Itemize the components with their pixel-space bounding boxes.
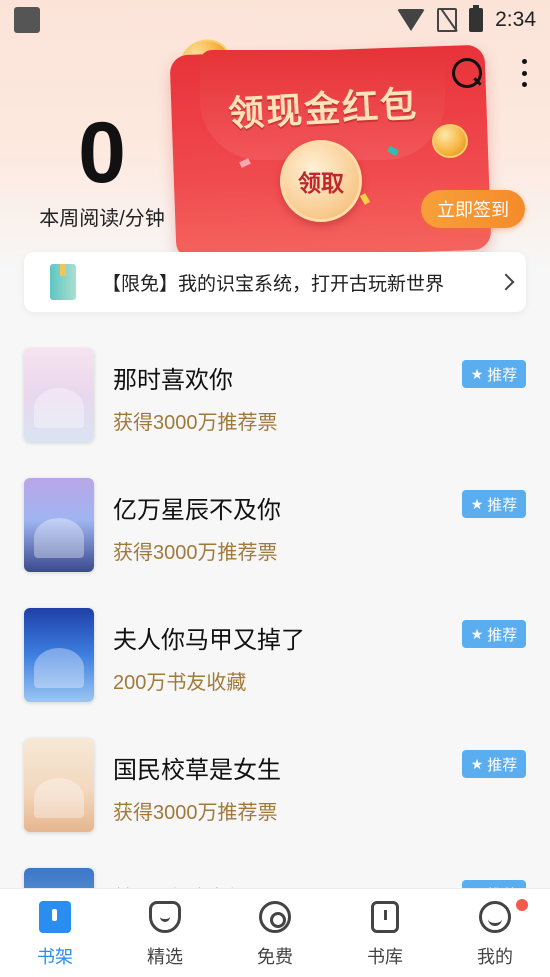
tab-label: 免费 xyxy=(257,947,293,967)
book-list: 那时喜欢你 获得3000万推荐票 ★ 推荐 亿万星辰不及你 获得3000万推荐票 … xyxy=(0,340,550,977)
more-options-icon[interactable] xyxy=(522,59,528,87)
list-item[interactable]: 夫人你马甲又掉了 200万书友收藏 ★ 推荐 xyxy=(0,600,550,730)
tab-profile[interactable]: 我的 xyxy=(440,889,550,977)
wifi-icon xyxy=(397,9,426,31)
book-meta: 获得3000万推荐票 xyxy=(113,542,278,564)
reading-minutes-value: 0 xyxy=(78,105,126,201)
book-title: 那时喜欢你 xyxy=(113,367,233,394)
bookshelf-icon xyxy=(39,901,71,933)
sign-in-button[interactable]: 立即签到 xyxy=(421,190,525,228)
tab-library[interactable]: 书库 xyxy=(330,889,440,977)
book-title: 夫人你马甲又掉了 xyxy=(113,627,305,654)
envelope-title: 领现金红包 xyxy=(227,83,420,135)
star-icon: ★ xyxy=(470,496,484,512)
star-icon: ★ xyxy=(470,366,484,382)
status-time: 2:34 xyxy=(495,8,536,31)
list-item[interactable]: 亿万星辰不及你 获得3000万推荐票 ★ 推荐 xyxy=(0,470,550,600)
battery-icon xyxy=(469,5,484,32)
star-icon: ★ xyxy=(470,626,484,642)
status-bar: 2:34 xyxy=(0,0,550,40)
bottom-tab-bar: 书架 精选 免费 书库 我的 xyxy=(0,888,550,977)
claim-button[interactable]: 领取 xyxy=(280,140,362,222)
search-icon[interactable] xyxy=(452,58,482,88)
tab-label: 我的 xyxy=(477,947,513,967)
book-icon xyxy=(50,264,76,300)
star-icon: ★ xyxy=(470,756,484,772)
recommend-badge: ★推荐 xyxy=(462,490,526,518)
tab-bookshelf[interactable]: 书架 xyxy=(0,889,110,977)
free-icon xyxy=(259,901,291,933)
promo-banner[interactable]: 【限免】我的识宝系统，打开古玩新世界 xyxy=(24,252,526,312)
book-title: 亿万星辰不及你 xyxy=(113,497,281,524)
list-item[interactable]: 国民校草是女生 获得3000万推荐票 ★ 推荐 xyxy=(0,730,550,860)
book-cover[interactable] xyxy=(24,738,94,832)
list-item[interactable]: 那时喜欢你 获得3000万推荐票 ★ 推荐 xyxy=(0,340,550,470)
tab-featured[interactable]: 精选 xyxy=(110,889,220,977)
recommend-badge: ★推荐 xyxy=(462,360,526,388)
no-sim-icon xyxy=(437,8,458,32)
book-meta: 获得3000万推荐票 xyxy=(113,802,278,824)
book-cover[interactable] xyxy=(24,608,94,702)
weekly-reading-stats: 0 本周阅读/分钟 xyxy=(22,110,182,231)
recommend-badge: ★推荐 xyxy=(462,750,526,778)
tab-free[interactable]: 免费 xyxy=(220,889,330,977)
profile-icon xyxy=(479,901,511,933)
promo-text: 【限免】我的识宝系统，打开古玩新世界 xyxy=(102,273,445,295)
book-title: 国民校草是女生 xyxy=(113,757,281,784)
tab-label: 书库 xyxy=(367,947,403,967)
featured-icon xyxy=(149,901,181,933)
book-cover[interactable] xyxy=(24,348,94,442)
notification-dot xyxy=(516,899,528,911)
tab-label: 精选 xyxy=(147,947,183,967)
recommend-badge: ★推荐 xyxy=(462,620,526,648)
reading-minutes-label: 本周阅读/分钟 xyxy=(39,208,165,230)
library-icon xyxy=(371,901,399,933)
coin-decoration xyxy=(432,124,468,158)
chevron-right-icon xyxy=(497,273,515,291)
tab-label: 书架 xyxy=(37,947,73,967)
book-meta: 获得3000万推荐票 xyxy=(113,412,278,434)
book-meta: 200万书友收藏 xyxy=(113,672,247,694)
app-notification-icon xyxy=(14,7,40,33)
book-cover[interactable] xyxy=(24,478,94,572)
